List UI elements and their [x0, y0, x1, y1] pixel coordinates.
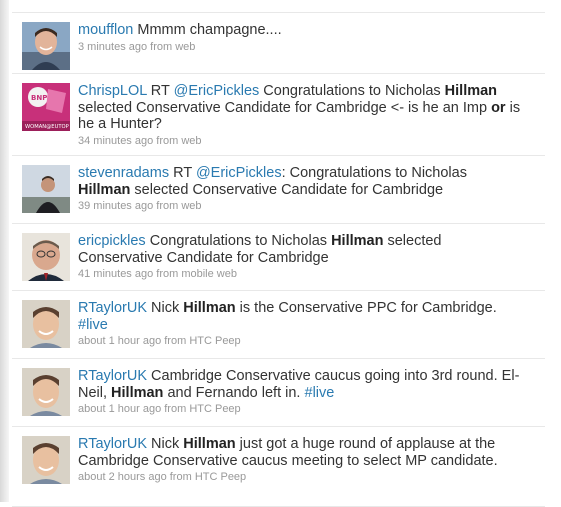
search-highlight: Hillman	[78, 181, 131, 198]
tweet-from-label: from	[150, 40, 173, 53]
tweet-item: RTaylorUK Cambridge Conservative caucus …	[12, 359, 545, 427]
tweet-item: stevenradams RT @EricPickles: Congratula…	[12, 156, 545, 224]
tweet-meta: 34 minutes ago from web	[78, 134, 545, 148]
tweet-timestamp[interactable]: 39 minutes ago	[78, 200, 153, 212]
tweet-meta: about 1 hour ago from HTC Peep	[78, 402, 545, 416]
tweet-source: mobile web	[181, 268, 237, 280]
mention-link[interactable]: @EricPickles	[174, 83, 260, 99]
tweet-text-part: Mmmm champagne....	[133, 22, 282, 38]
tweet-from-label: from	[156, 200, 179, 212]
tweet-text-part: selected Conservative Candidate for Camb…	[130, 181, 444, 198]
tweet-source: web	[181, 200, 202, 212]
tweet-username-link[interactable]: RTaylorUK	[78, 436, 147, 452]
search-highlight: Hillman	[183, 300, 236, 316]
tweet-text-part: and Fernando left in.	[163, 384, 305, 401]
tweet-username-link[interactable]: ericpickles	[78, 233, 146, 249]
tweet-text: RTaylorUK Cambridge Conservative caucus …	[78, 368, 523, 401]
search-highlight: Hillman	[111, 384, 164, 401]
tweet-timestamp[interactable]: about 1 hour ago	[78, 335, 161, 347]
tweet-username-link[interactable]: RTaylorUK	[78, 300, 147, 316]
tweet-text: moufflon Mmmm champagne....	[78, 22, 523, 39]
tweet-text-part: RT	[146, 83, 174, 99]
tweet-username-link[interactable]: stevenradams	[78, 165, 169, 181]
tweet-timestamp[interactable]: 41 minutes ago	[78, 268, 153, 280]
tweet-from-label: from	[164, 335, 187, 347]
avatar[interactable]	[22, 368, 70, 416]
tweet-username-link[interactable]: ChrispLOL	[78, 83, 147, 99]
tweet-text-part: RT	[169, 165, 196, 181]
tweet-item: RTaylorUK Nick Hillman is the Conservati…	[12, 291, 545, 359]
tweet-source: web	[175, 40, 196, 53]
tweet-from-label: from	[164, 403, 187, 415]
hashtag-link[interactable]: #live	[78, 317, 108, 333]
avatar[interactable]	[22, 233, 70, 281]
tweet-text: stevenradams RT @EricPickles: Congratula…	[78, 165, 523, 198]
tweet-meta: about 2 hours ago from HTC Peep	[78, 470, 545, 484]
tweet-meta: 39 minutes ago from web	[78, 199, 545, 213]
tweet-source: web	[181, 134, 202, 147]
tweet-text: RTaylorUK Nick Hillman is the Conservati…	[78, 300, 523, 333]
tweet-text: RTaylorUK Nick Hillman just got a huge r…	[78, 436, 523, 469]
search-highlight: Hillman	[331, 233, 384, 249]
tweet-timestamp[interactable]: 3 minutes ago	[78, 41, 147, 53]
tweet-source: HTC Peep	[189, 335, 241, 347]
tweet-timestamp[interactable]: about 2 hours ago	[78, 471, 167, 483]
tweet-text-part: Congratulations to Nicholas	[259, 83, 445, 99]
tweet-meta: 3 minutes ago from web	[78, 40, 545, 54]
tweet-item: ericpickles Congratulations to Nicholas …	[12, 224, 545, 291]
tweet-item: moufflon Mmmm champagne.... 3 minutes ag…	[12, 13, 545, 74]
avatar[interactable]: BNP WOMAN@EUTOP	[22, 83, 70, 131]
mention-link[interactable]: @EricPickles	[196, 165, 282, 181]
tweet-meta: about 1 hour ago from HTC Peep	[78, 334, 545, 348]
tweet-timeline: moufflon Mmmm champagne.... 3 minutes ag…	[12, 12, 545, 507]
tweet-text: ericpickles Congratulations to Nicholas …	[78, 233, 523, 266]
tweet-from-label: from	[169, 471, 192, 483]
tweet-from-label: from	[156, 134, 179, 147]
tweet-text-part: : Congratulations to Nicholas	[281, 165, 467, 181]
tweet-meta: 41 minutes ago from mobile web	[78, 267, 545, 281]
avatar[interactable]	[22, 165, 70, 213]
tweet-text-part: is the Conservative PPC for Cambridge.	[235, 300, 497, 316]
tweet-text: ChrispLOL RT @EricPickles Congratulation…	[78, 83, 523, 133]
tweet-text-part: selected Conservative Candidate for Camb…	[78, 99, 492, 116]
tweet-username-link[interactable]: RTaylorUK	[78, 368, 147, 384]
tweet-timestamp[interactable]: 34 minutes ago	[78, 135, 153, 147]
tweet-item: BNP WOMAN@EUTOP ChrispLOL RT @EricPickle…	[12, 74, 545, 156]
hashtag-link[interactable]: #live	[305, 385, 335, 401]
tweet-source: HTC Peep	[194, 471, 247, 483]
tweet-timestamp[interactable]: about 1 hour ago	[78, 403, 161, 415]
tweet-text-part: Nick	[147, 436, 184, 452]
avatar[interactable]	[22, 436, 70, 484]
search-highlight: or	[491, 99, 506, 116]
tweet-text-part: Congratulations to Nicholas	[145, 233, 332, 249]
avatar-caption-text: WOMAN@EUTOP	[25, 124, 69, 130]
avatar[interactable]	[22, 300, 70, 348]
window-left-edge	[0, 0, 9, 502]
tweet-text-part: Nick	[147, 300, 184, 316]
tweet-item: RTaylorUK Nick Hillman just got a huge r…	[12, 427, 545, 507]
tweet-source: HTC Peep	[189, 403, 241, 415]
tweet-from-label: from	[156, 268, 179, 280]
tweet-username-link[interactable]: moufflon	[78, 22, 133, 38]
search-highlight: Hillman	[183, 436, 236, 452]
avatar[interactable]	[22, 22, 70, 70]
search-highlight: Hillman	[444, 83, 498, 99]
avatar-tag-text: BNP	[31, 94, 47, 102]
